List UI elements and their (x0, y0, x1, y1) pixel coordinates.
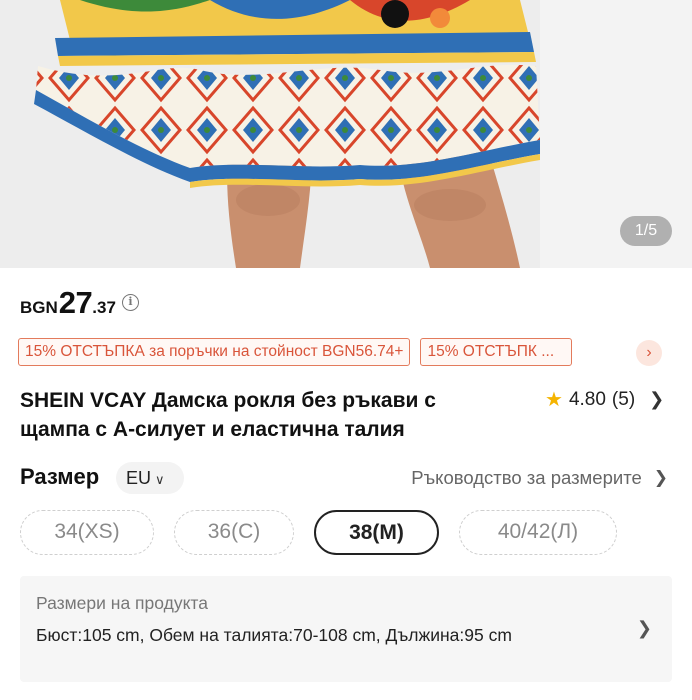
chevron-right-icon[interactable]: › (636, 340, 662, 366)
size-options: 34(XS) 36(С) 38(М) 40/42(Л) (20, 510, 617, 555)
size-label: Размер (20, 464, 100, 489)
chevron-right-icon: ❯ (636, 618, 652, 638)
review-count: (5) (611, 388, 636, 410)
chevron-right-icon: ❯ (653, 468, 668, 487)
rating-summary[interactable]: ★ 4.80 (5) ❯ (545, 387, 664, 412)
product-title: SHEIN VCAY Дамска рокля без ръкави с щам… (20, 389, 436, 441)
info-icon[interactable]: i (121, 293, 139, 311)
price-decimal: .37 (92, 298, 116, 317)
star-icon: ★ (545, 389, 563, 411)
price-currency: BGN (20, 298, 58, 317)
coupon-chip[interactable]: 15% ОТСТЪПК ... (420, 338, 573, 366)
size-option[interactable]: 34(XS) (20, 510, 154, 555)
measurements-heading: Размери на продукта (36, 593, 208, 613)
size-region-value: EU (126, 468, 152, 488)
price-integer: 27 (58, 285, 93, 320)
chevron-right-icon: ❯ (649, 389, 665, 409)
measurements-details: Бюст:105 cm, Обем на талията:70-108 cm, … (36, 625, 512, 645)
coupon-chip[interactable]: 15% ОТСТЪПКА за поръчки на стойност BGN5… (18, 338, 411, 366)
size-region-select[interactable]: EU ∨ (116, 462, 184, 494)
coupon-list: 15% ОТСТЪПКА за поръчки на стойност BGN5… (18, 338, 573, 366)
image-counter: 1/5 (620, 216, 672, 246)
size-guide-label: Ръководство за размерите (411, 467, 642, 488)
product-image-gallery[interactable]: 1/5 (0, 0, 692, 268)
product-image (0, 0, 692, 268)
chevron-down-icon: ∨ (155, 472, 165, 487)
size-option[interactable]: 40/42(Л) (459, 510, 617, 555)
product-measurements[interactable]: Размери на продукта Бюст:105 cm, Обем на… (20, 576, 672, 682)
rating-value: 4.80 (568, 388, 606, 410)
size-option-selected[interactable]: 38(М) (314, 510, 439, 555)
price: BGN 27 .37 i (20, 285, 139, 325)
size-guide-link[interactable]: Ръководство за размерите ❯ (411, 467, 668, 489)
size-option[interactable]: 36(С) (174, 510, 294, 555)
